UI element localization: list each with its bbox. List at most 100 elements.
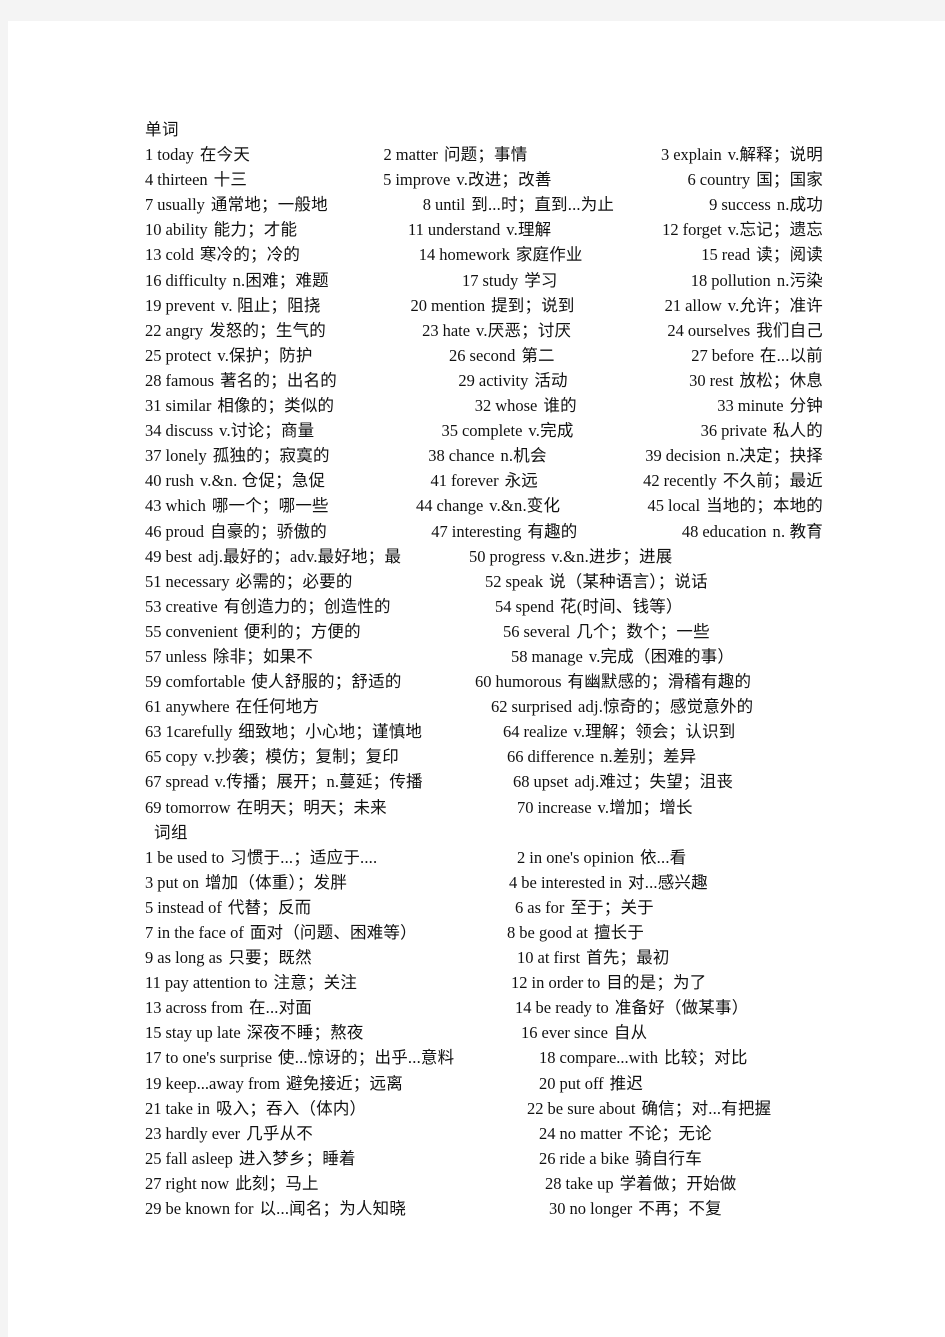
vocab-entry: 67 spread v.传播；展开；n.蔓延；传播 [145, 769, 423, 794]
entry-term: famous [165, 370, 215, 390]
entry-number: 30 [689, 370, 706, 390]
entry-gloss: v. 阻止；阻挠 [220, 295, 321, 315]
entry-term: compare...with [559, 1048, 659, 1068]
entry-term: thirteen [157, 170, 208, 190]
entry-term: in order to [531, 973, 601, 993]
vocab-row: 40 rush v.&n. 仓促；急促 41 forever 永远 42 recently 不久… [145, 468, 823, 493]
vocab-entry: 31 similar 相像的；类似的 [145, 393, 334, 418]
entry-gloss: 在...对面 [248, 998, 313, 1018]
entry-number: 5 [383, 170, 392, 190]
entry-term: cold [165, 245, 194, 265]
entry-gloss: 提到；说到 [491, 295, 575, 315]
entry-term: several [523, 621, 571, 641]
vocab-entry: 59 comfortable 使人舒服的；舒适的 [145, 669, 402, 694]
entry-gloss: 在...以前 [759, 345, 823, 365]
vocab-entry: 9 as long as 只要；既然 [145, 945, 312, 970]
vocab-entry: 58 manage v.完成（困难的事） [511, 644, 734, 669]
entry-gloss: 我们自己 [756, 320, 823, 340]
entry-term: humorous [495, 672, 562, 692]
entry-gloss: 放松；休息 [739, 370, 823, 390]
vocab-row: 55 convenient 便利的；方便的 56 several 几个；数个；一些 [145, 619, 823, 644]
entry-term: prevent [165, 295, 215, 315]
document-body: 单词 1 today 在今天 2 matter 问题；事情 3 explain v.解释；说明 4… [145, 117, 823, 1221]
entry-gloss: 问题；事情 [443, 145, 528, 165]
entry-number: 63 [145, 722, 162, 742]
entry-term: as for [527, 897, 565, 917]
entry-term: creative [165, 596, 218, 616]
entry-number: 26 [539, 1148, 556, 1168]
entry-gloss: 国；国家 [756, 170, 823, 190]
entry-number: 61 [145, 697, 162, 717]
entry-number: 21 [145, 1098, 162, 1118]
entry-number: 41 [430, 471, 447, 491]
entry-number: 7 [145, 195, 154, 215]
entry-number: 22 [145, 320, 162, 340]
entry-term: until [435, 195, 466, 215]
entry-term: minute [737, 396, 784, 416]
entry-number: 60 [475, 672, 492, 692]
entry-term: be sure about [547, 1098, 636, 1118]
entry-term: be ready to [535, 998, 609, 1018]
vocab-entry: 6 as for 至于；关于 [515, 895, 654, 920]
vocab-row: 49 best adj.最好的；adv.最好地；最 50 progress v.&n.进步… [145, 544, 823, 569]
entry-gloss: 准备好（做某事） [614, 998, 749, 1018]
entry-gloss: 深夜不睡；熬夜 [246, 1023, 364, 1043]
entry-term: ride a bike [559, 1148, 630, 1168]
entry-term: success [721, 195, 771, 215]
entry-gloss: 不论；无论 [628, 1123, 712, 1143]
vocab-entry: 69 tomorrow 在明天；明天；未来 [145, 795, 387, 820]
vocab-row: 7 usually 通常地；一般地 8 until 到...时；直到...为止 9 succe… [145, 192, 823, 217]
vocab-row: 5 instead of 代替；反而 6 as for 至于；关于 [145, 895, 823, 920]
vocab-entry: 20 put off 推迟 [539, 1071, 643, 1096]
entry-term: 1carefully [165, 722, 233, 742]
entry-number: 12 [662, 220, 679, 240]
entry-number: 21 [664, 295, 682, 315]
vocab-entry: 63 1carefully 细致地；小心地；谨慎地 [145, 719, 422, 744]
entry-gloss: 在今天 [199, 145, 251, 165]
entry-number: 69 [145, 797, 162, 817]
entry-number: 8 [422, 195, 432, 215]
vocab-entry: 43 which 哪一个；哪一些 [145, 493, 329, 518]
words-two-column-list: 49 best adj.最好的；adv.最好地；最 50 progress v.&n.进步… [145, 544, 823, 820]
entry-term: spread [165, 772, 209, 792]
entry-gloss: 除非；如果不 [212, 646, 313, 666]
entry-gloss: 代替；反而 [227, 897, 312, 917]
vocab-row: 11 pay attention to 注意；关注 12 in order to 目的是；… [145, 970, 823, 995]
entry-number: 27 [691, 345, 708, 365]
entry-number: 51 [145, 571, 162, 591]
vocab-entry: 65 copy v.抄袭；模仿；复制；复印 [145, 744, 399, 769]
entry-gloss: v.理解 [506, 220, 552, 240]
vocab-entry: 9 success n.成功 [709, 192, 823, 217]
entry-number: 54 [495, 596, 512, 616]
entry-gloss: n.成功 [776, 195, 823, 215]
entry-gloss: 通常地；一般地 [210, 195, 328, 215]
vocab-entry: 15 read 读；阅读 [701, 242, 823, 267]
entry-gloss: v.传播；展开；n.蔓延；传播 [214, 772, 423, 792]
entry-gloss: 分钟 [789, 396, 823, 416]
entry-term: forget [682, 220, 722, 240]
entry-number: 8 [507, 923, 516, 942]
vocab-row: 25 fall asleep 进入梦乡；睡着 26 ride a bike 骑自行车 [145, 1146, 823, 1171]
vocab-entry: 17 study 学习 [462, 268, 558, 293]
entry-number: 6 [687, 170, 696, 190]
entry-number: 2 [383, 145, 392, 165]
entry-term: usually [157, 195, 205, 215]
entry-gloss: 目的是；为了 [606, 973, 707, 993]
vocab-entry: 24 no matter 不论；无论 [539, 1121, 712, 1146]
entry-number: 7 [145, 923, 154, 942]
entry-number: 64 [503, 722, 520, 742]
vocab-entry: 46 proud 自豪的；骄傲的 [145, 519, 327, 544]
vocab-entry: 10 ability 能力；才能 [145, 217, 297, 242]
entry-term: proud [165, 521, 205, 541]
entry-number: 3 [660, 145, 670, 165]
entry-term: keep...away from [165, 1073, 281, 1093]
vocab-entry: 19 keep...away from 避免接近；远离 [145, 1071, 403, 1096]
vocab-entry: 60 humorous 有幽默感的；滑稽有趣的 [475, 669, 751, 694]
vocab-entry: 27 before 在...以前 [691, 343, 823, 368]
entry-number: 62 [491, 697, 508, 717]
entry-gloss: v.&n.变化 [489, 496, 561, 516]
entry-number: 4 [509, 872, 518, 892]
vocab-entry: 56 several 几个；数个；一些 [503, 619, 710, 644]
entry-term: improve [395, 170, 451, 190]
entry-term: explain [673, 145, 722, 165]
